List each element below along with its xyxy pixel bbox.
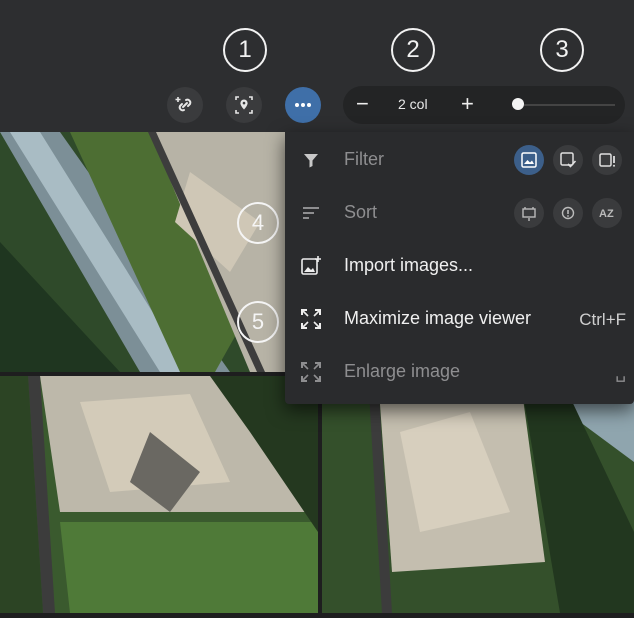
column-count-label: 2 col (398, 96, 428, 112)
callout-4: 4 (237, 202, 279, 244)
sort-az-chip[interactable]: AZ (592, 198, 622, 228)
svg-text:AZ: AZ (599, 208, 614, 220)
zoom-in-button[interactable]: + (461, 92, 474, 116)
more-horizontal-icon (295, 103, 311, 107)
menu-item-import-label: Import images... (344, 255, 474, 275)
callout-3: 3 (540, 28, 584, 72)
enlarge-icon (301, 362, 321, 382)
image-check-icon (560, 152, 577, 168)
location-pin-icon (235, 96, 253, 114)
zoom-slider-handle[interactable] (512, 98, 524, 110)
zoom-out-button[interactable]: − (356, 92, 369, 116)
menu-item-enlarge-image[interactable]: Enlarge image ␣ (285, 346, 634, 398)
menu-item-maximize-label: Maximize image viewer (344, 308, 532, 328)
maximize-icon (301, 309, 321, 329)
sort-alert-icon (561, 206, 575, 220)
filter-images-chip[interactable] (514, 145, 544, 175)
menu-item-filter-label: Filter (344, 149, 384, 169)
column-zoom-control: − 2 col + (343, 86, 625, 124)
sort-date-icon (522, 207, 536, 221)
maximize-shortcut: Ctrl+F (579, 310, 626, 329)
menu-item-maximize-viewer[interactable]: Maximize image viewer Ctrl+F (285, 293, 634, 345)
filter-checked-chip[interactable] (553, 145, 583, 175)
more-options-button[interactable] (285, 87, 321, 123)
callout-2: 2 (391, 28, 435, 72)
sort-alert-chip[interactable] (553, 198, 583, 228)
menu-item-sort[interactable]: Sort AZ (285, 187, 634, 239)
menu-item-import-images[interactable]: Import images... (285, 240, 634, 292)
menu-item-filter[interactable]: Filter (285, 134, 634, 186)
filter-icon (304, 154, 318, 168)
add-link-button[interactable] (167, 87, 203, 123)
top-toolbar: 1 2 3 − 2 col + (0, 0, 634, 132)
sort-az-icon: AZ (599, 208, 614, 220)
sort-date-chip[interactable] (514, 198, 544, 228)
more-options-menu: Filter Sort AZ Import images... Maximize… (285, 132, 634, 404)
menu-item-enlarge-label: Enlarge image (344, 361, 461, 381)
add-image-icon (301, 256, 321, 275)
image-icon (521, 152, 537, 168)
sort-icon (303, 207, 319, 219)
image-alert-icon (599, 153, 615, 167)
menu-item-sort-label: Sort (344, 202, 378, 222)
callout-1: 1 (223, 28, 267, 72)
add-link-icon (175, 97, 192, 112)
filter-alert-chip[interactable] (592, 145, 622, 175)
enlarge-shortcut: ␣ (615, 363, 626, 382)
callout-5: 5 (237, 301, 279, 343)
location-button[interactable] (226, 87, 262, 123)
zoom-slider-track[interactable] (515, 104, 615, 106)
